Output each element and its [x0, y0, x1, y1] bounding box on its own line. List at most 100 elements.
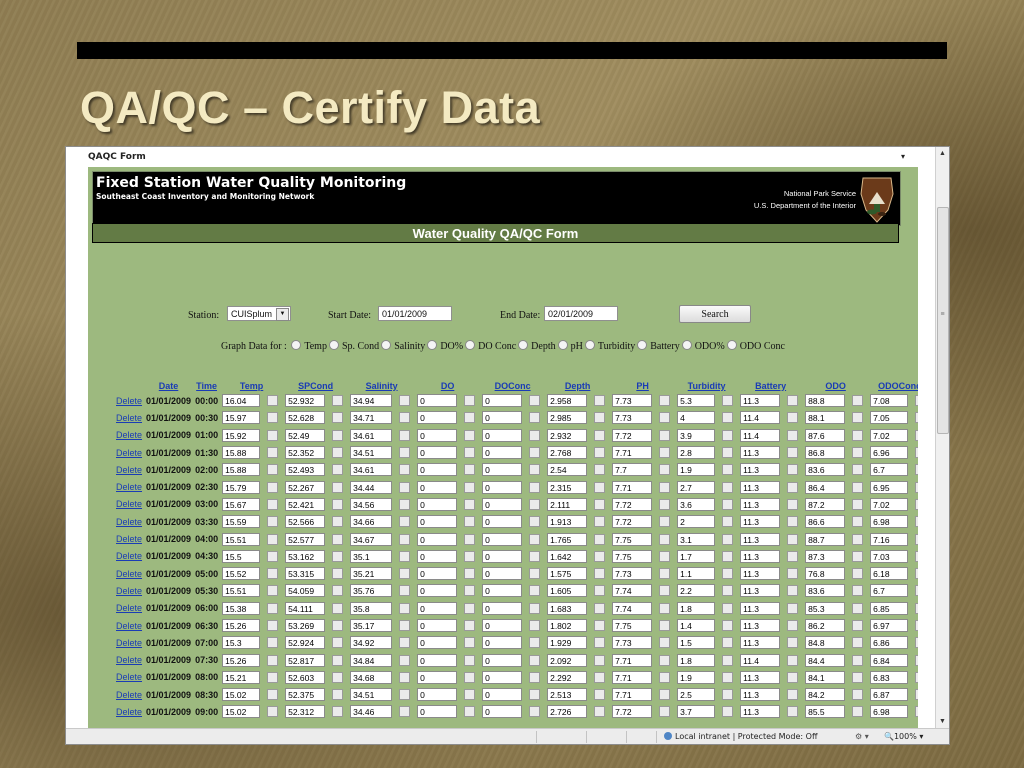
flag-checkbox[interactable] — [722, 654, 734, 666]
value-input-temp[interactable]: 15.02 — [222, 705, 261, 719]
flag-checkbox[interactable] — [399, 464, 411, 476]
chevron-down-icon[interactable]: ▼ — [276, 308, 289, 321]
flag-checkbox[interactable] — [852, 516, 864, 528]
delete-link[interactable]: Delete — [114, 548, 144, 565]
flag-checkbox[interactable] — [399, 654, 411, 666]
flag-checkbox[interactable] — [267, 689, 279, 701]
flag-checkbox[interactable] — [659, 550, 671, 562]
value-input-odo[interactable]: 87.2 — [805, 497, 846, 511]
value-input-turbidity[interactable]: 1.8 — [677, 601, 716, 615]
value-input-do[interactable]: 0 — [417, 497, 458, 511]
flag-checkbox[interactable] — [915, 620, 918, 631]
value-input-temp[interactable]: 15.51 — [222, 584, 261, 598]
value-input-battery[interactable]: 11.3 — [740, 584, 781, 598]
flag-checkbox[interactable] — [332, 654, 344, 666]
value-input-do[interactable]: 0 — [417, 705, 458, 719]
graph-option-battery[interactable]: Battery — [637, 340, 680, 352]
column-header-spcond[interactable]: SPCond — [283, 379, 348, 392]
flag-checkbox[interactable] — [659, 706, 671, 718]
value-input-odo[interactable]: 88.8 — [805, 394, 846, 408]
value-input-doconc[interactable]: 0 — [482, 653, 523, 667]
value-input-battery[interactable]: 11.3 — [740, 636, 781, 650]
graph-option-odo-conc[interactable]: ODO Conc — [726, 340, 785, 352]
value-input-ph[interactable]: 7.74 — [612, 584, 653, 598]
value-input-spcond[interactable]: 52.267 — [285, 480, 326, 494]
flag-checkbox[interactable] — [332, 498, 344, 510]
graph-option-odo-[interactable]: ODO% — [681, 340, 725, 352]
flag-checkbox[interactable] — [267, 429, 279, 441]
value-input-depth[interactable]: 2.726 — [547, 705, 588, 719]
value-input-temp[interactable]: 15.67 — [222, 497, 261, 511]
delete-link[interactable]: Delete — [114, 444, 144, 461]
flag-checkbox[interactable] — [594, 429, 606, 441]
value-input-turbidity[interactable]: 1.9 — [677, 670, 716, 684]
value-input-doconc[interactable]: 0 — [482, 411, 523, 425]
value-input-odo[interactable]: 85.3 — [805, 601, 846, 615]
value-input-ph[interactable]: 7.75 — [612, 619, 653, 632]
flag-checkbox[interactable] — [399, 689, 411, 701]
value-input-salinity[interactable]: 34.92 — [350, 636, 393, 650]
value-input-turbidity[interactable]: 2.7 — [677, 480, 716, 494]
flag-checkbox[interactable] — [594, 568, 606, 580]
value-input-turbidity[interactable]: 2.8 — [677, 446, 716, 460]
flag-checkbox[interactable] — [852, 585, 864, 597]
value-input-depth[interactable]: 1.765 — [547, 532, 588, 546]
delete-link[interactable]: Delete — [114, 409, 144, 426]
value-input-do[interactable]: 0 — [417, 584, 458, 598]
flag-checkbox[interactable] — [659, 533, 671, 545]
value-input-depth[interactable]: 2.292 — [547, 670, 588, 684]
value-input-depth[interactable]: 1.683 — [547, 601, 588, 615]
flag-checkbox[interactable] — [594, 671, 606, 683]
value-input-odoconc[interactable]: 6.98 — [870, 515, 909, 529]
flag-checkbox[interactable] — [787, 620, 799, 631]
delete-link[interactable]: Delete — [114, 703, 144, 720]
value-input-odo[interactable]: 83.6 — [805, 463, 846, 477]
value-input-temp[interactable]: 15.88 — [222, 463, 261, 477]
flag-checkbox[interactable] — [852, 464, 864, 476]
scroll-down-icon[interactable]: ▼ — [936, 715, 949, 728]
delete-link[interactable]: Delete — [114, 582, 144, 599]
value-input-ph[interactable]: 7.71 — [612, 688, 653, 702]
flag-checkbox[interactable] — [852, 550, 864, 562]
flag-checkbox[interactable] — [852, 447, 864, 459]
flag-checkbox[interactable] — [332, 568, 344, 580]
value-input-depth[interactable]: 2.092 — [547, 653, 588, 667]
delete-link[interactable]: Delete — [114, 427, 144, 444]
flag-checkbox[interactable] — [529, 620, 541, 631]
value-input-spcond[interactable]: 52.577 — [285, 532, 326, 546]
flag-checkbox[interactable] — [915, 637, 918, 649]
value-input-battery[interactable]: 11.3 — [740, 549, 781, 563]
flag-checkbox[interactable] — [659, 689, 671, 701]
flag-checkbox[interactable] — [464, 550, 476, 562]
value-input-odo[interactable]: 87.6 — [805, 428, 846, 442]
flag-checkbox[interactable] — [722, 550, 734, 562]
value-input-depth[interactable]: 2.958 — [547, 394, 588, 408]
graph-option-temp[interactable]: Temp — [291, 340, 327, 352]
value-input-salinity[interactable]: 34.71 — [350, 411, 393, 425]
flag-checkbox[interactable] — [399, 706, 411, 718]
value-input-odoconc[interactable]: 6.7 — [870, 463, 909, 477]
value-input-turbidity[interactable]: 2.2 — [677, 584, 716, 598]
value-input-temp[interactable]: 15.97 — [222, 411, 261, 425]
value-input-battery[interactable]: 11.3 — [740, 601, 781, 615]
value-input-doconc[interactable]: 0 — [482, 480, 523, 494]
flag-checkbox[interactable] — [787, 516, 799, 528]
vertical-scrollbar[interactable]: ▲ ≡ ▼ — [935, 147, 949, 728]
flag-checkbox[interactable] — [787, 533, 799, 545]
value-input-do[interactable]: 0 — [417, 636, 458, 650]
flag-checkbox[interactable] — [332, 689, 344, 701]
value-input-turbidity[interactable]: 4 — [677, 411, 716, 425]
value-input-odoconc[interactable]: 6.85 — [870, 601, 909, 615]
flag-checkbox[interactable] — [267, 447, 279, 459]
radio-button-icon[interactable] — [584, 340, 595, 350]
value-input-depth[interactable]: 2.932 — [547, 428, 588, 442]
flag-checkbox[interactable] — [464, 412, 476, 424]
value-input-doconc[interactable]: 0 — [482, 394, 523, 408]
flag-checkbox[interactable] — [659, 481, 671, 493]
value-input-temp[interactable]: 15.38 — [222, 601, 261, 615]
flag-checkbox[interactable] — [267, 602, 279, 614]
value-input-temp[interactable]: 15.52 — [222, 567, 261, 581]
value-input-salinity[interactable]: 34.51 — [350, 446, 393, 460]
value-input-odo[interactable]: 88.7 — [805, 532, 846, 546]
flag-checkbox[interactable] — [852, 412, 864, 424]
